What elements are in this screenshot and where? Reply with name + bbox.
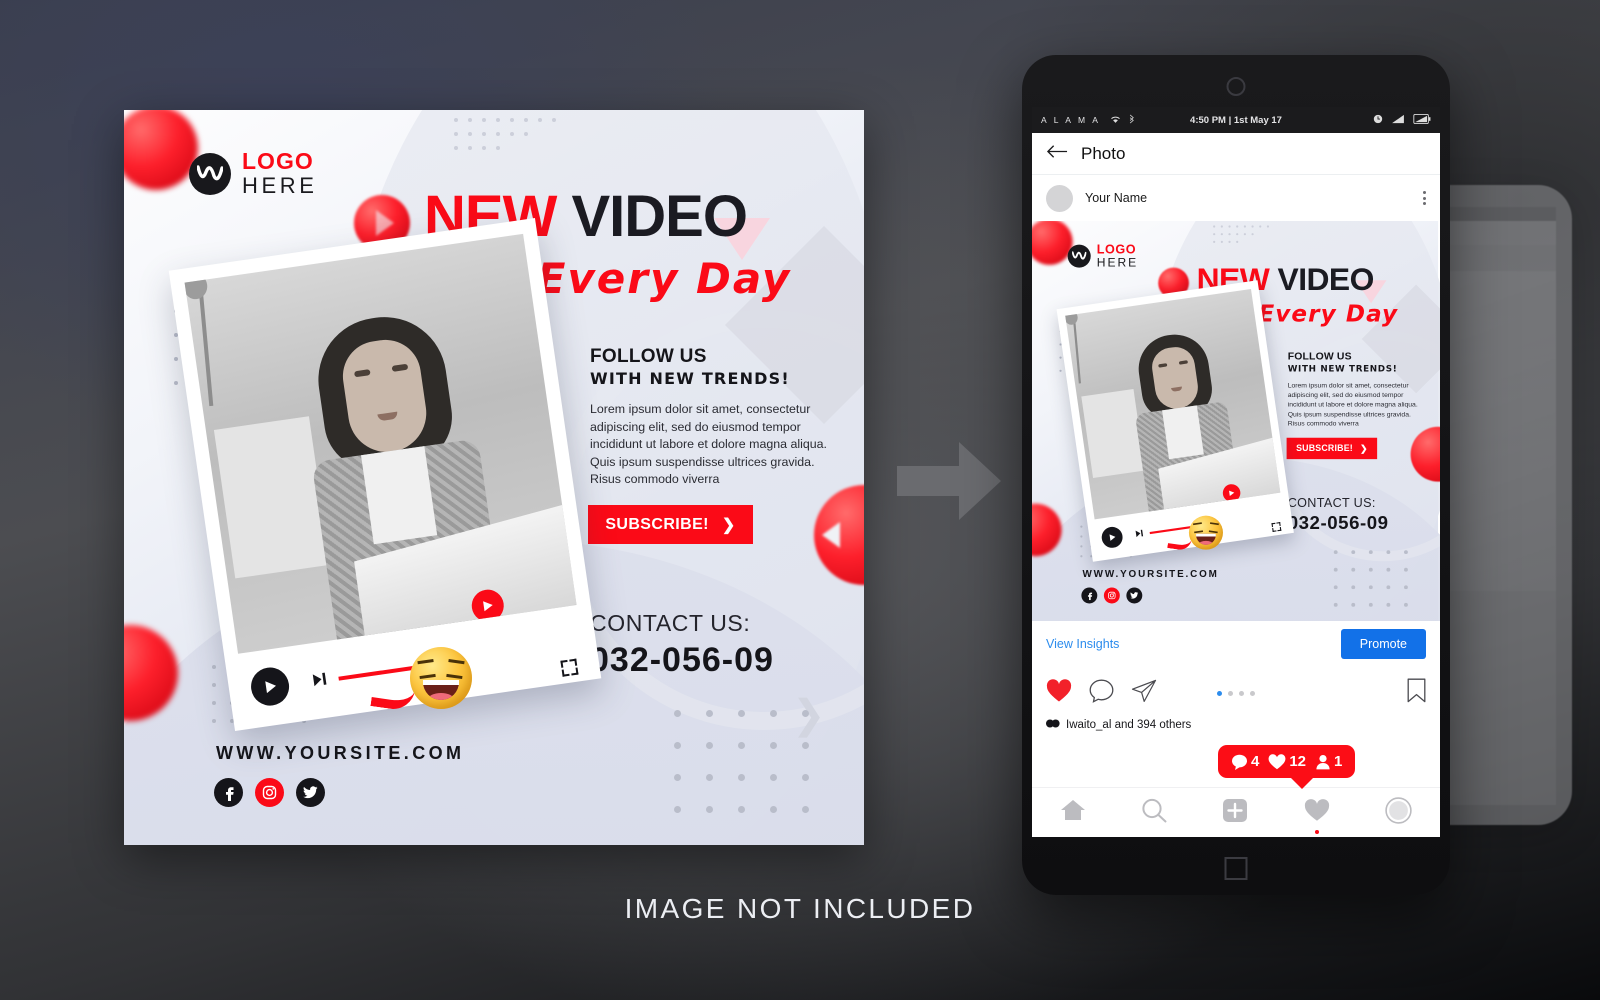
subscribe-button[interactable]: SUBSCRIBE! ❯: [588, 505, 753, 544]
home-button-icon[interactable]: [1224, 857, 1248, 880]
post-image[interactable]: LOGO HERE NEW VIDEO Every Day FOLLOW US …: [1032, 221, 1440, 621]
nav-profile-icon[interactable]: [1385, 796, 1412, 829]
promote-button[interactable]: Promote: [1340, 629, 1426, 659]
bottom-navigation: [1032, 787, 1440, 837]
badge-tail: [1289, 776, 1316, 789]
follow-title: FOLLOW US: [590, 346, 707, 367]
post-header: Your Name: [1032, 175, 1440, 221]
social-media-poster: ❯ LOGO HERE NEW VIDEO Every Day FOLLOW U…: [124, 110, 864, 845]
contact-number: 032-056-09: [590, 641, 774, 679]
kebab-menu-icon[interactable]: [1423, 191, 1426, 205]
contact-label: CONTACT US:: [590, 610, 751, 636]
signal-icon: [1391, 114, 1405, 126]
alarm-clock-icon: [1373, 114, 1383, 126]
badge-comments: 4: [1231, 753, 1259, 770]
facebook-icon[interactable]: [214, 778, 243, 807]
carousel-indicator: [1217, 690, 1255, 696]
likes-text[interactable]: Iwaito_al and 394 others: [1066, 719, 1191, 731]
engagement-badge: 4 12 1: [1218, 745, 1356, 789]
play-icon[interactable]: [248, 665, 292, 709]
follow-us-block: FOLLOW US WITH NEW TRENDS! Lorem ipsum d…: [590, 346, 840, 489]
carrier-label: A L A M A: [1041, 115, 1101, 125]
badge-likes-count: 12: [1289, 753, 1307, 770]
social-links[interactable]: [214, 778, 325, 807]
video-thumbnail-placeholder: [184, 233, 577, 654]
insights-row: View Insights Promote: [1032, 621, 1440, 667]
nav-add-icon[interactable]: [1222, 798, 1248, 828]
app-bar-title: Photo: [1081, 143, 1126, 163]
post-username[interactable]: Your Name: [1085, 191, 1147, 205]
smartphone-mockup: A L A M A 4:50 PM | 1st May 17 Photo You…: [1022, 55, 1450, 895]
nav-activity-icon[interactable]: [1304, 798, 1330, 834]
likes-summary: Iwaito_al and 394 others: [1032, 719, 1440, 731]
follow-subtitle: WITH NEW TRENDS!: [590, 369, 790, 388]
comment-icon[interactable]: [1089, 679, 1114, 708]
app-bar: Photo: [1032, 133, 1440, 175]
likes-avatar-icon: [1046, 719, 1060, 731]
logo-line-2: HERE: [242, 173, 318, 198]
website-url: WWW.YOURSITE.COM: [216, 743, 465, 763]
avatar[interactable]: [1046, 184, 1073, 212]
instagram-icon[interactable]: [255, 778, 284, 807]
video-player-card: [168, 217, 602, 732]
follow-body-text: Lorem ipsum dolor sit amet, consectetur …: [590, 402, 827, 487]
badge-comments-count: 4: [1251, 753, 1260, 770]
phone-screen: A L A M A 4:50 PM | 1st May 17 Photo You…: [1032, 107, 1440, 837]
status-bar: A L A M A 4:50 PM | 1st May 17: [1032, 107, 1440, 133]
view-insights-link[interactable]: View Insights: [1046, 637, 1119, 651]
decor-sphere-red: [124, 110, 198, 190]
badge-followers: 1: [1315, 753, 1342, 770]
nav-search-icon[interactable]: [1141, 798, 1167, 828]
status-time: 4:50 PM | 1st May 17: [1190, 114, 1282, 126]
front-camera-icon: [1226, 77, 1246, 96]
post-actions: 4 12 1: [1032, 667, 1440, 789]
wifi-icon: [1110, 115, 1121, 126]
subscribe-label: SUBSCRIBE!: [605, 515, 709, 533]
badge-followers-count: 1: [1334, 753, 1343, 770]
back-arrow-icon[interactable]: [1046, 144, 1068, 164]
nav-activity-badge-dot: [1314, 829, 1319, 834]
bluetooth-icon: [1128, 114, 1135, 126]
heart-icon[interactable]: [1046, 678, 1072, 708]
skip-next-icon[interactable]: [312, 671, 329, 687]
fullscreen-icon[interactable]: [560, 658, 579, 677]
nav-home-icon[interactable]: [1060, 798, 1086, 827]
send-icon[interactable]: [1131, 679, 1157, 708]
contact-block: CONTACT US: 032-056-09: [590, 610, 774, 680]
bookmark-icon[interactable]: [1407, 678, 1426, 708]
twitter-icon[interactable]: [296, 778, 325, 807]
badge-likes: 12: [1268, 753, 1306, 770]
battery-icon: [1413, 114, 1431, 126]
poster-logo: LOGO HERE: [189, 150, 318, 197]
headline-word-video: VIDEO: [571, 184, 747, 249]
chevron-right-icon: ❯: [721, 516, 736, 534]
laughing-emoji-icon: [410, 647, 472, 709]
image-not-included-note: IMAGE NOT INCLUDED: [624, 893, 976, 924]
w-mark-logo-icon: [189, 152, 231, 195]
logo-line-1: LOGO: [242, 148, 314, 174]
transition-arrow-icon: [895, 440, 1003, 527]
decor-chevron-down-icon: ❯: [792, 693, 826, 737]
